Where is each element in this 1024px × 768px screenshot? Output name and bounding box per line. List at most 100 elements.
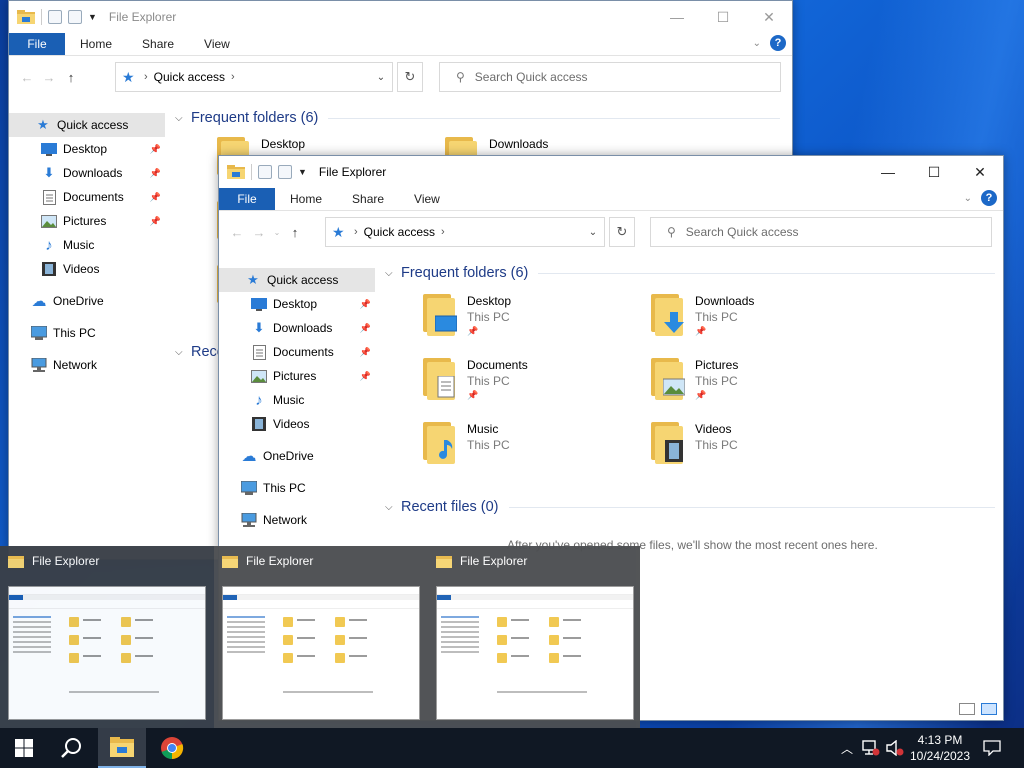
nav-item-pictures[interactable]: Pictures 📌: [9, 209, 165, 233]
breadcrumb-quick-access[interactable]: Quick access: [154, 70, 225, 84]
tab-home[interactable]: Home: [65, 33, 127, 55]
thumbnail-preview-1[interactable]: File Explorer: [0, 546, 214, 728]
nav-item-quick-access[interactable]: ★ Quick access: [219, 268, 375, 292]
nav-item-videos[interactable]: Videos: [9, 257, 165, 281]
breadcrumb-chevron-icon[interactable]: ›: [231, 71, 235, 83]
back-arrow-icon[interactable]: ←: [229, 225, 245, 240]
search-button[interactable]: [48, 728, 96, 768]
properties-icon[interactable]: [258, 165, 272, 179]
nav-item-quick-access[interactable]: ★ Quick access: [9, 113, 165, 137]
nav-item-pictures[interactable]: Pictures 📌: [219, 364, 375, 388]
tab-view[interactable]: View: [189, 33, 245, 55]
up-arrow-icon[interactable]: ↑: [287, 225, 303, 240]
refresh-button[interactable]: ↻: [609, 217, 635, 247]
properties-icon[interactable]: [48, 10, 62, 24]
mini-folder: [549, 653, 559, 663]
nav-item-onedrive[interactable]: ☁ OneDrive: [219, 444, 375, 468]
tab-share[interactable]: Share: [127, 33, 189, 55]
title-bar[interactable]: ▼ File Explorer — ☐ ✕: [9, 1, 792, 33]
address-bar[interactable]: ★ › Quick access › ⌄: [115, 62, 393, 92]
help-icon[interactable]: ?: [981, 190, 997, 206]
expand-ribbon-chevron-down-icon[interactable]: ⌄: [753, 38, 761, 49]
customize-qat-chevron-down-icon[interactable]: ▼: [88, 12, 97, 22]
collapse-chevron-icon[interactable]: ⌵: [175, 113, 191, 124]
recent-locations-chevron-down-icon[interactable]: ⌄: [273, 228, 281, 237]
title-bar[interactable]: ▼ File Explorer — ☐ ✕: [219, 156, 1003, 188]
action-center-button[interactable]: [980, 728, 1004, 768]
nav-item-network[interactable]: Network: [9, 353, 165, 377]
taskbar-chrome-button[interactable]: [148, 728, 196, 768]
search-input[interactable]: ⚲ Search Quick access: [439, 62, 781, 92]
volume-muted-icon[interactable]: [884, 728, 906, 768]
network-status-icon[interactable]: [860, 728, 882, 768]
customize-qat-chevron-down-icon[interactable]: ▼: [298, 167, 307, 177]
expand-ribbon-chevron-down-icon[interactable]: ⌄: [964, 193, 972, 204]
breadcrumb-chevron-icon[interactable]: ›: [354, 226, 358, 238]
frequent-folders-header[interactable]: ⌵ Frequent folders (6): [175, 107, 780, 129]
system-clock[interactable]: 4:13 PM 10/24/2023: [906, 732, 974, 764]
address-dropdown-chevron-down-icon[interactable]: ⌄: [370, 63, 392, 91]
thumbnail-preview-2[interactable]: File Explorer: [214, 546, 428, 728]
tab-home[interactable]: Home: [275, 188, 337, 210]
back-arrow-icon[interactable]: ←: [19, 70, 35, 85]
nav-item-documents[interactable]: Documents 📌: [9, 185, 165, 209]
nav-item-documents[interactable]: Documents 📌: [219, 340, 375, 364]
forward-arrow-icon[interactable]: →: [251, 225, 267, 240]
breadcrumb-chevron-icon[interactable]: ›: [144, 71, 148, 83]
nav-item-desktop[interactable]: Desktop 📌: [219, 292, 375, 316]
ribbon-right: ⌄ ?: [753, 35, 786, 51]
mini-line: [13, 631, 51, 633]
folder-tile-downloads[interactable]: Downloads This PC 📌: [649, 292, 869, 350]
frequent-folders-header[interactable]: ⌵ Frequent folders (6): [385, 262, 995, 284]
search-input[interactable]: ⚲ Search Quick access: [650, 217, 992, 247]
nav-item-this-pc[interactable]: This PC: [9, 321, 165, 345]
folder-tile-music[interactable]: Music This PC: [421, 420, 641, 478]
folder-tile-videos[interactable]: Videos This PC: [649, 420, 869, 478]
breadcrumb-quick-access[interactable]: Quick access: [364, 225, 435, 239]
address-bar[interactable]: ★ › Quick access › ⌄: [325, 217, 605, 247]
close-icon[interactable]: ✕: [957, 156, 1003, 188]
folder-tile-documents[interactable]: Documents This PC 📌: [421, 356, 641, 414]
nav-gap: [9, 281, 165, 289]
close-icon[interactable]: ✕: [746, 1, 792, 33]
nav-item-desktop[interactable]: Desktop 📌: [9, 137, 165, 161]
nav-item-music[interactable]: ♪ Music: [9, 233, 165, 257]
nav-item-onedrive[interactable]: ☁ OneDrive: [9, 289, 165, 313]
breadcrumb-chevron-icon[interactable]: ›: [441, 226, 445, 238]
folder-tile-pictures[interactable]: Pictures This PC 📌: [649, 356, 869, 414]
collapse-chevron-icon[interactable]: ⌵: [385, 268, 401, 279]
details-view-icon[interactable]: [959, 703, 975, 715]
recent-files-header[interactable]: ⌵ Recent files (0): [385, 496, 995, 518]
mini-folder: [283, 653, 293, 663]
maximize-icon[interactable]: ☐: [700, 1, 746, 33]
nav-item-this-pc[interactable]: This PC: [219, 476, 375, 500]
new-folder-icon[interactable]: [278, 165, 292, 179]
up-arrow-icon[interactable]: ↑: [63, 70, 79, 85]
show-hidden-icons-chevron-up-icon[interactable]: ︿: [836, 728, 858, 768]
tab-view[interactable]: View: [399, 188, 455, 210]
nav-item-downloads[interactable]: ⬇ Downloads 📌: [219, 316, 375, 340]
collapse-chevron-icon[interactable]: ⌵: [385, 502, 401, 513]
new-folder-icon[interactable]: [68, 10, 82, 24]
nav-item-downloads[interactable]: ⬇ Downloads 📌: [9, 161, 165, 185]
maximize-icon[interactable]: ☐: [911, 156, 957, 188]
large-icons-view-icon[interactable]: [981, 703, 997, 715]
nav-item-videos[interactable]: Videos: [219, 412, 375, 436]
tab-share[interactable]: Share: [337, 188, 399, 210]
taskbar-file-explorer-button[interactable]: [98, 728, 146, 768]
folder-tile-desktop[interactable]: Desktop This PC 📌: [421, 292, 641, 350]
collapse-chevron-icon[interactable]: ⌵: [175, 347, 191, 358]
refresh-button[interactable]: ↻: [397, 62, 423, 92]
tab-file[interactable]: File: [9, 33, 65, 55]
minimize-icon[interactable]: —: [865, 156, 911, 188]
nav-item-music[interactable]: ♪ Music: [219, 388, 375, 412]
tab-file[interactable]: File: [219, 188, 275, 210]
forward-arrow-icon[interactable]: →: [41, 70, 57, 85]
address-dropdown-chevron-down-icon[interactable]: ⌄: [582, 218, 604, 246]
window-title: File Explorer: [318, 165, 387, 179]
thumbnail-preview-3[interactable]: File Explorer: [428, 546, 642, 728]
start-button[interactable]: [0, 728, 48, 768]
nav-item-network[interactable]: Network: [219, 508, 375, 532]
minimize-icon[interactable]: —: [654, 1, 700, 33]
help-icon[interactable]: ?: [770, 35, 786, 51]
